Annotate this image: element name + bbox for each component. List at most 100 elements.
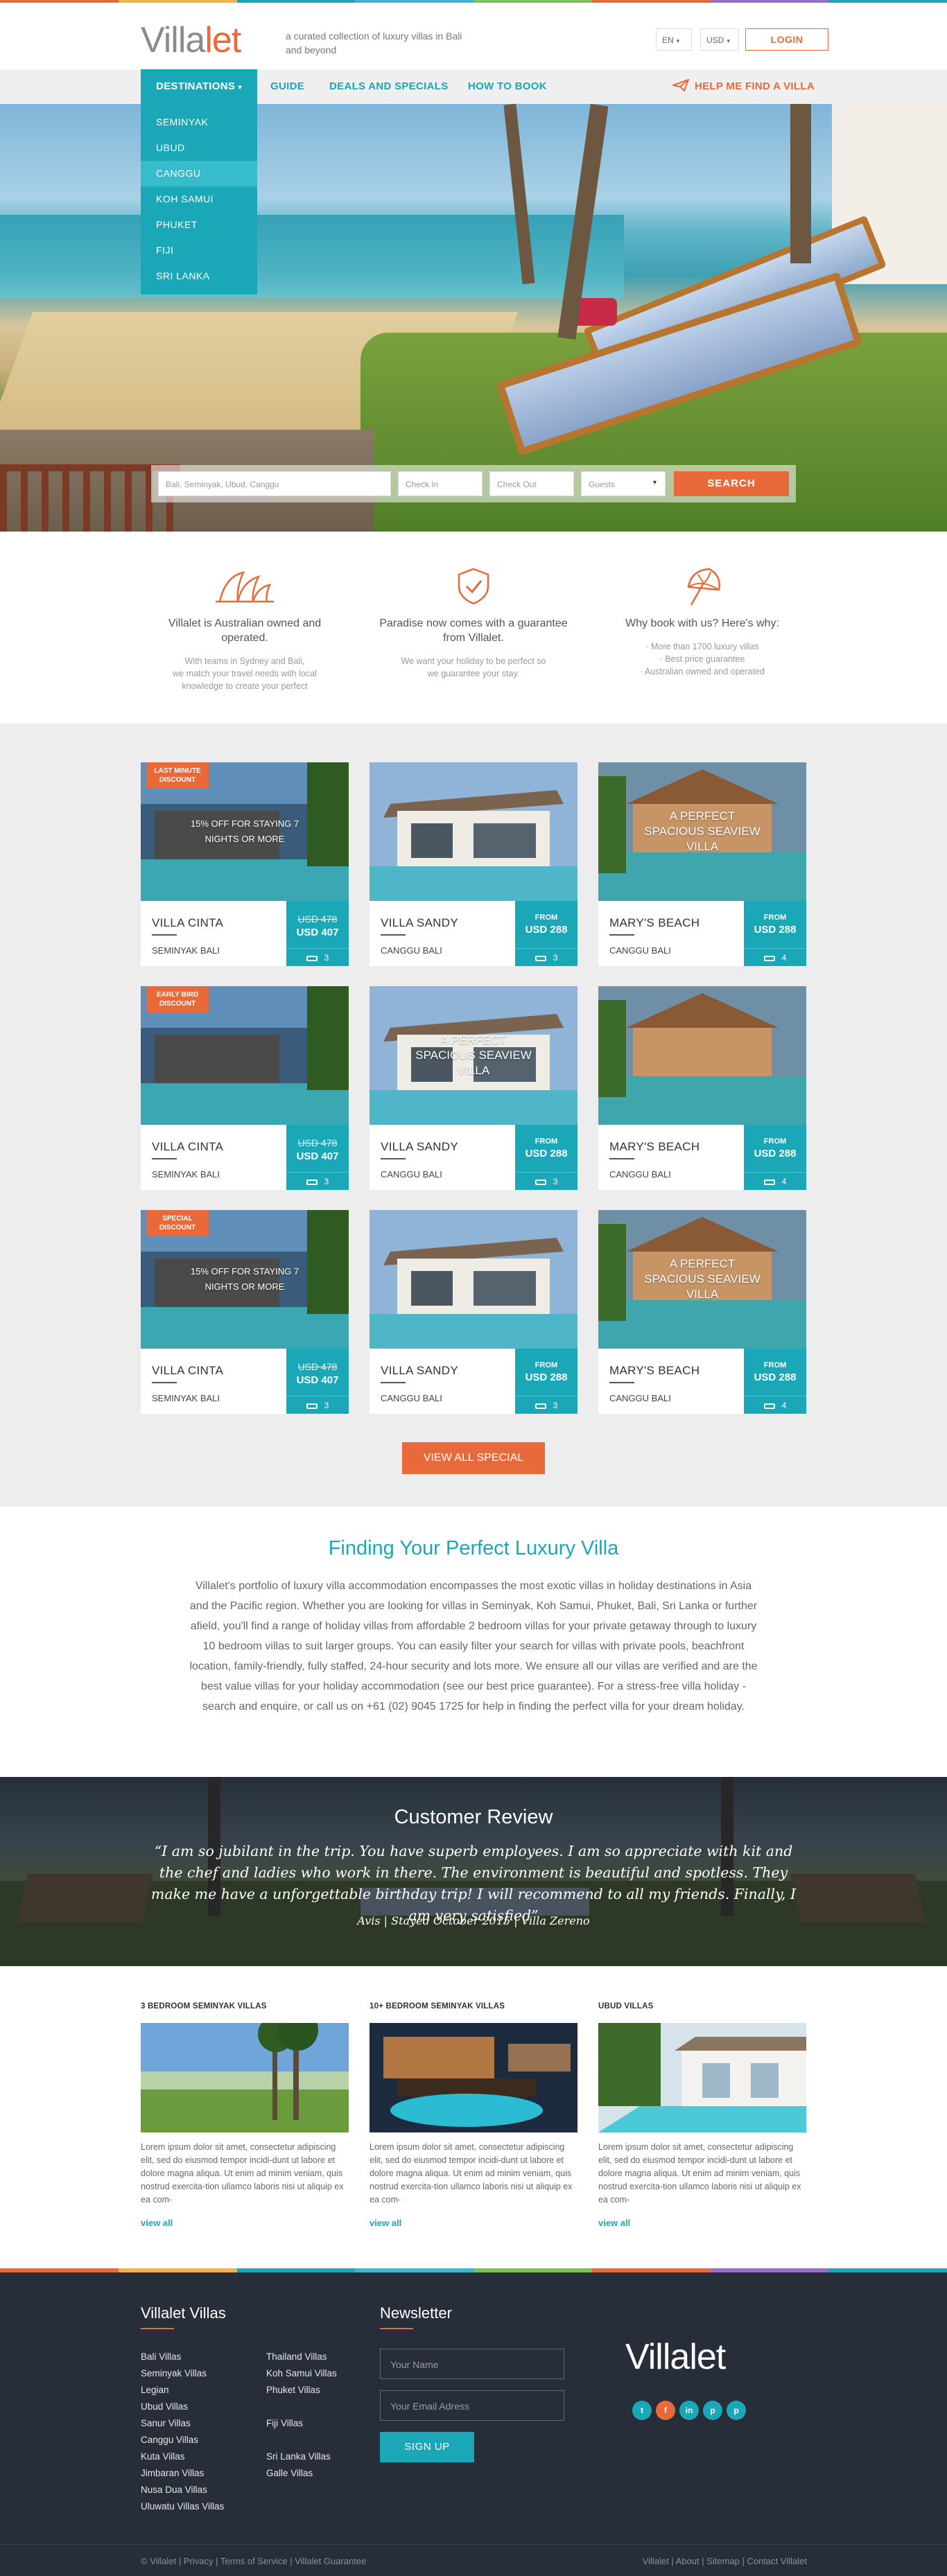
villa-location: CANGGU BALI [609, 945, 671, 956]
nav-how-to-book[interactable]: HOW TO BOOK [468, 69, 547, 104]
price-box: USD 478 USD 407 3 [286, 1125, 349, 1190]
villa-card[interactable]: VILLA SANDY CANGGU BALI FROM USD 288 3 [370, 762, 577, 966]
footer-link[interactable]: Koh Samui Villas [266, 2365, 337, 2382]
dropdown-item-fiji[interactable]: FIJI [141, 238, 257, 263]
footer-link[interactable]: Kuta Villas [141, 2448, 224, 2465]
guests-select[interactable]: Guests ▾ [581, 471, 666, 496]
villa-card[interactable]: 15% OFF FOR STAYING 7 NIGHTS OR MORE LAST… [141, 762, 349, 966]
villa-card[interactable]: A PERFECT SPACIOUS SEAVIEW VILLA VILLA SA… [370, 986, 577, 1190]
footer-site-links[interactable]: Villalet | About | Sitemap | Contact Vil… [643, 2556, 807, 2566]
bed-icon [763, 1179, 775, 1185]
search-button[interactable]: SEARCH [674, 471, 789, 496]
footer-logo[interactable]: Villalet [625, 2336, 726, 2378]
post-image[interactable] [370, 2023, 577, 2132]
villa-card[interactable]: A PERFECT SPACIOUS SEAVIEW VILLA MARY'S B… [598, 1210, 806, 1414]
newsletter-email-input[interactable]: Your Email Adress [380, 2390, 564, 2421]
villa-card[interactable]: 15% OFF FOR STAYING 7 NIGHTS OR MORE SPEC… [141, 1210, 349, 1414]
villa-name[interactable]: VILLA CINTA [152, 1364, 223, 1378]
checkin-input[interactable]: Check In [398, 471, 483, 496]
footer-link[interactable]: Uluwatu Villas Villas [141, 2498, 224, 2515]
footer-link[interactable]: Nusa Dua Villas [141, 2482, 224, 2498]
view-all-link[interactable]: view all [141, 2218, 349, 2228]
old-price: USD 478 [297, 1137, 338, 1148]
newsletter-name-input[interactable]: Your Name [380, 2349, 564, 2379]
footer-link[interactable]: Seminyak Villas [141, 2365, 224, 2382]
footer-link[interactable]: Bali Villas [141, 2349, 224, 2365]
villa-image[interactable] [370, 1210, 577, 1349]
price-from-label: FROM [535, 1137, 558, 1146]
signup-button[interactable]: SIGN UP [380, 2432, 474, 2462]
footer-link[interactable]: Legian [141, 2382, 224, 2399]
bed-icon [306, 955, 318, 961]
twitter-icon[interactable]: t [632, 2401, 652, 2420]
footer-link[interactable]: Galle Villas [266, 2465, 337, 2482]
divider [381, 1158, 406, 1159]
bedrooms: 3 [515, 1172, 577, 1190]
blog-section: 3 BEDROOM SEMINYAK VILLAS Lorem ipsum do… [0, 1966, 947, 2268]
villa-name[interactable]: MARY'S BEACH [609, 1364, 700, 1378]
villa-overlay-text: A PERFECT SPACIOUS SEAVIEW VILLA [415, 1033, 532, 1077]
dropdown-item-sri-lanka[interactable]: SRI LANKA [141, 263, 257, 289]
villa-name[interactable]: VILLA CINTA [152, 1140, 223, 1154]
nav-deals[interactable]: DEALS AND SPECIALS [329, 69, 449, 104]
villa-card[interactable]: A PERFECT SPACIOUS SEAVIEW VILLA MARY'S B… [598, 762, 806, 966]
dropdown-item-koh-samui[interactable]: KOH SAMUI [141, 186, 257, 212]
footer-link[interactable]: Jimbaran Villas [141, 2465, 224, 2482]
logo[interactable]: Villalet [141, 19, 241, 61]
bed-icon [763, 1403, 775, 1409]
villa-name[interactable]: VILLA SANDY [381, 1364, 458, 1378]
post-image[interactable] [598, 2023, 806, 2132]
villa-name[interactable]: VILLA CINTA [152, 916, 223, 930]
villa-image[interactable] [598, 986, 806, 1125]
location-input[interactable]: Bali, Seminyak, Ubud, Canggu [158, 471, 391, 496]
linkedin-icon[interactable]: in [679, 2401, 699, 2420]
nav-destinations[interactable]: DESTINATIONS ▾ [141, 69, 257, 104]
chevron-down-icon: ▾ [727, 37, 730, 44]
footer-link[interactable]: Ubud Villas [141, 2399, 224, 2415]
villa-card[interactable]: VILLA SANDY CANGGU BALI FROM USD 288 3 [370, 1210, 577, 1414]
bedrooms: 3 [286, 948, 349, 966]
dropdown-item-canggu[interactable]: CANGGU [141, 161, 257, 186]
footer-link[interactable]: Sanur Villas [141, 2415, 224, 2432]
blog-post: 3 BEDROOM SEMINYAK VILLAS Lorem ipsum do… [141, 2002, 349, 2228]
footer-link[interactable]: Fiji Villas [266, 2415, 337, 2432]
hero-palm-trunk [790, 104, 811, 263]
villa-name[interactable]: MARY'S BEACH [609, 916, 700, 930]
bed-icon [763, 955, 775, 961]
login-button[interactable]: LOGIN [745, 28, 828, 51]
villa-card[interactable]: MARY'S BEACH CANGGU BALI FROM USD 288 4 [598, 986, 806, 1190]
pinterest-alt-icon[interactable]: p [727, 2401, 746, 2420]
view-all-special-button[interactable]: VIEW ALL SPECIAL [402, 1442, 545, 1474]
pinterest-icon[interactable]: p [703, 2401, 722, 2420]
villa-image[interactable] [370, 762, 577, 901]
bedrooms: 3 [515, 948, 577, 966]
nav-guide[interactable]: GUIDE [270, 69, 304, 104]
dropdown-item-ubud[interactable]: UBUD [141, 135, 257, 161]
post-title: 10+ BEDROOM SEMINYAK VILLAS [370, 2002, 505, 2010]
footer-link[interactable]: Phuket Villas [266, 2382, 337, 2399]
villa-card[interactable]: EARLY BIRD DISCOUNT VILLA CINTA SEMINYAK B… [141, 986, 349, 1190]
price-box: FROM USD 288 4 [744, 1349, 806, 1414]
footer-link[interactable]: Sri Lanka Villas [266, 2448, 337, 2465]
footer-legal-links[interactable]: © Villalet | Privacy | Terms of Service … [141, 2556, 366, 2566]
dropdown-item-phuket[interactable]: PHUKET [141, 212, 257, 238]
checkout-input[interactable]: Check Out [489, 471, 574, 496]
currency-select[interactable]: USD ▾ [700, 28, 739, 51]
villa-name[interactable]: VILLA SANDY [381, 916, 458, 930]
language-select[interactable]: EN ▾ [656, 28, 692, 51]
price-box: USD 478 USD 407 3 [286, 1349, 349, 1414]
view-all-link[interactable]: view all [598, 2218, 806, 2228]
view-all-link[interactable]: view all [370, 2218, 577, 2228]
villa-name[interactable]: MARY'S BEACH [609, 1140, 700, 1154]
post-title: UBUD VILLAS [598, 2002, 654, 2010]
divider [609, 1158, 634, 1159]
main-nav: DESTINATIONS ▾ GUIDE DEALS AND SPECIALS … [0, 69, 947, 104]
villa-name[interactable]: VILLA SANDY [381, 1140, 458, 1154]
footer-link[interactable]: Canggu Villas [141, 2432, 224, 2448]
help-find-villa-link[interactable]: HELP ME FIND A VILLA [670, 69, 815, 104]
footer-link[interactable]: Thailand Villas [266, 2349, 337, 2365]
facebook-icon[interactable]: f [656, 2401, 675, 2420]
post-text: Lorem ipsum dolor sit amet, consectetur … [598, 2142, 801, 2205]
post-image[interactable] [141, 2023, 349, 2132]
dropdown-item-seminyak[interactable]: SEMINYAK [141, 109, 257, 135]
